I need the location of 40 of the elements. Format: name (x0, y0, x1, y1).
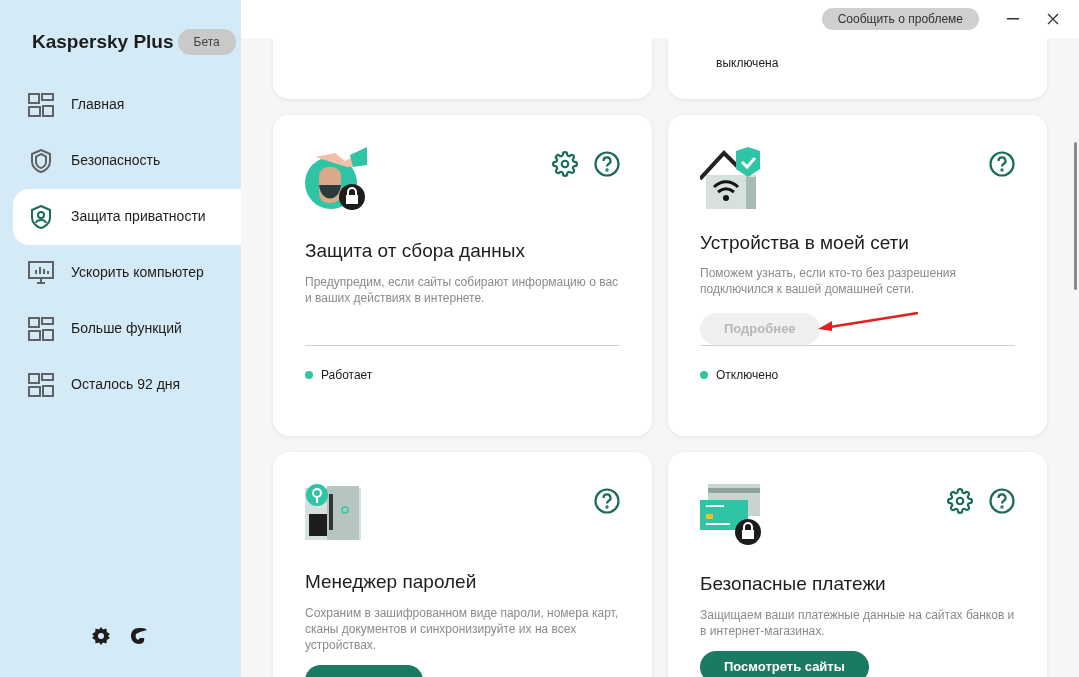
card-title: Устройства в моей сети (700, 230, 910, 255)
settings-icon[interactable] (552, 151, 578, 177)
sidebar-item[interactable]: Больше функций (13, 300, 241, 357)
shield-person-icon (31, 204, 51, 229)
help-icon[interactable] (989, 151, 1015, 177)
card-description: Сохраним в зашифрованном виде пароли, номера карт, сканы документов и синхронизируйте их на всех устройствах. (305, 604, 620, 653)
sidebar-item[interactable]: Защита приватности (13, 188, 241, 245)
settings-icon[interactable] (947, 488, 973, 514)
support-icon[interactable] (130, 627, 148, 645)
close-icon[interactable] (1047, 13, 1059, 25)
grid-icon (28, 316, 54, 341)
grid-icon (28, 92, 54, 117)
help-icon[interactable] (594, 151, 620, 177)
status-text: Отключено (716, 367, 779, 384)
card-description: Поможем узнать, если кто-то без разрешения подключился к вашей домашней сети. (700, 265, 957, 298)
sidebar-item[interactable]: Безопасность (13, 132, 241, 189)
report-problem-button[interactable]: Сообщить о проблеме (821, 8, 979, 30)
status-text: выключена (716, 56, 779, 70)
card-title: Менеджер паролей (305, 570, 478, 595)
action-button[interactable]: Посмотреть сайты (700, 650, 869, 677)
app-title: Kaspersky Plus (32, 30, 174, 54)
card-description: Защищаем ваши платежные данные на сайтах банков и в интернет-магазинах. (700, 606, 1015, 639)
monitor-chart-icon (28, 260, 54, 285)
shield-icon (31, 148, 51, 173)
grid-icon (28, 372, 54, 397)
card-title: Безопасные платежи (700, 572, 887, 596)
card-title: Защита от сбора данных (305, 239, 526, 263)
card-lock-illustration (700, 484, 764, 546)
sidebar-item[interactable]: Ускорить компьютер (13, 244, 241, 301)
settings-icon[interactable] (92, 627, 110, 645)
sidebar-item[interactable]: Осталось 92 дня (13, 356, 241, 413)
status-text: Работает (321, 367, 373, 384)
sidebar-item[interactable]: Главная (13, 76, 241, 133)
safe-key-illustration (305, 484, 361, 540)
help-icon[interactable] (989, 488, 1015, 514)
help-icon[interactable] (594, 488, 620, 514)
minimize-icon[interactable] (1007, 18, 1019, 20)
card-description: Предупредим, если сайты собирают информацию о вас и ваших действиях в интернете. (305, 273, 620, 306)
beta-badge: Бета (177, 29, 236, 56)
person-lock-illustration (305, 147, 369, 213)
